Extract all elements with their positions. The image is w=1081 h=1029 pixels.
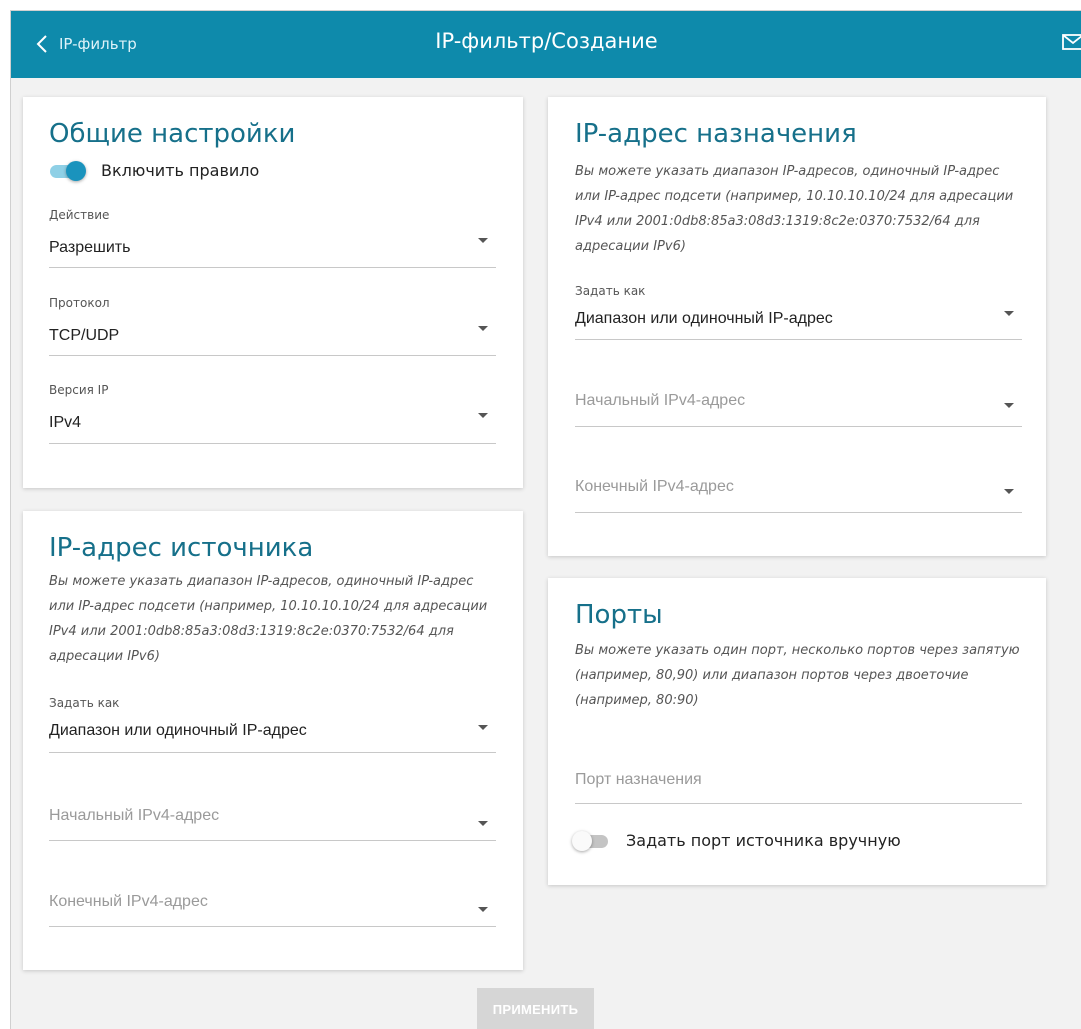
- destination-ip-card: IP-адрес назначения Вы можете указать ди…: [548, 97, 1046, 556]
- action-value: Разрешить: [49, 239, 131, 256]
- ports-card: Порты Вы можете указать один порт, неско…: [548, 578, 1046, 885]
- manual-source-port-toggle[interactable]: [572, 831, 610, 851]
- source-set-as-label: Задать как: [49, 696, 120, 710]
- destination-end-ip-input[interactable]: Конечный IPv4-адрес: [575, 462, 1022, 513]
- action-select[interactable]: Действие Разрешить: [49, 205, 496, 268]
- destination-port-input[interactable]: Порт назначения: [575, 754, 1022, 804]
- destination-set-as-select[interactable]: Задать как Диапазон или одиночный IP-адр…: [575, 281, 1022, 340]
- protocol-label: Протокол: [49, 296, 110, 310]
- source-end-ip-placeholder: Конечный IPv4-адрес: [49, 893, 208, 910]
- caret-down-icon: [478, 725, 488, 730]
- caret-down-icon: [1004, 403, 1014, 408]
- enable-rule-label: Включить правило: [101, 161, 260, 180]
- page-title: IP-фильтр/Создание: [435, 29, 658, 53]
- caret-down-icon: [478, 821, 488, 826]
- source-set-as-value: Диапазон или одиночный IP-адрес: [49, 722, 307, 739]
- ip-version-select[interactable]: Версия IP IPv4: [49, 380, 496, 444]
- destination-start-ip-input[interactable]: Начальный IPv4-адрес: [575, 377, 1022, 427]
- source-ip-card: IP-адрес источника Вы можете указать диа…: [23, 511, 523, 970]
- destination-set-as-label: Задать как: [575, 284, 646, 298]
- ip-version-label: Версия IP: [49, 383, 109, 397]
- protocol-select[interactable]: Протокол TCP/UDP: [49, 293, 496, 356]
- destination-set-as-value: Диапазон или одиночный IP-адрес: [575, 310, 833, 327]
- caret-down-icon: [478, 413, 488, 418]
- action-label: Действие: [49, 208, 110, 222]
- caret-down-icon: [478, 907, 488, 912]
- manual-source-port-label: Задать порт источника вручную: [626, 831, 901, 850]
- source-start-ip-input[interactable]: Начальный IPv4-адрес: [49, 791, 496, 841]
- caret-down-icon: [478, 238, 488, 243]
- destination-ip-title: IP-адрес назначения: [575, 119, 857, 149]
- source-end-ip-input[interactable]: Конечный IPv4-адрес: [49, 877, 496, 927]
- source-set-as-select[interactable]: Задать как Диапазон или одиночный IP-адр…: [49, 691, 496, 753]
- enable-rule-toggle[interactable]: [50, 161, 86, 181]
- source-ip-hint: Вы можете указать диапазон IP-адресов, о…: [49, 574, 488, 664]
- general-settings-card: Общие настройки Включить правило Действи…: [23, 97, 523, 488]
- destination-start-ip-placeholder: Начальный IPv4-адрес: [575, 392, 746, 409]
- caret-down-icon: [1004, 489, 1014, 494]
- top-bar: IP-фильтр IP-фильтр/Создание: [11, 11, 1081, 78]
- caret-down-icon: [478, 326, 488, 331]
- protocol-value: TCP/UDP: [49, 327, 120, 344]
- ports-hint: Вы можете указать один порт, несколько п…: [575, 643, 1020, 708]
- source-ip-title: IP-адрес источника: [49, 533, 314, 563]
- caret-down-icon: [1004, 311, 1014, 316]
- mail-icon[interactable]: [1062, 33, 1081, 51]
- destination-ip-hint: Вы можете указать диапазон IP-адресов, о…: [575, 164, 1014, 254]
- destination-port-placeholder: Порт назначения: [575, 771, 702, 788]
- app-frame: IP-фильтр IP-фильтр/Создание Общие настр…: [10, 10, 1081, 1029]
- ip-version-value: IPv4: [49, 414, 82, 431]
- general-settings-title: Общие настройки: [49, 119, 296, 149]
- destination-end-ip-placeholder: Конечный IPv4-адрес: [575, 478, 734, 495]
- apply-button[interactable]: ПРИМЕНИТЬ: [477, 988, 594, 1029]
- source-start-ip-placeholder: Начальный IPv4-адрес: [49, 807, 220, 824]
- ports-title: Порты: [575, 600, 663, 630]
